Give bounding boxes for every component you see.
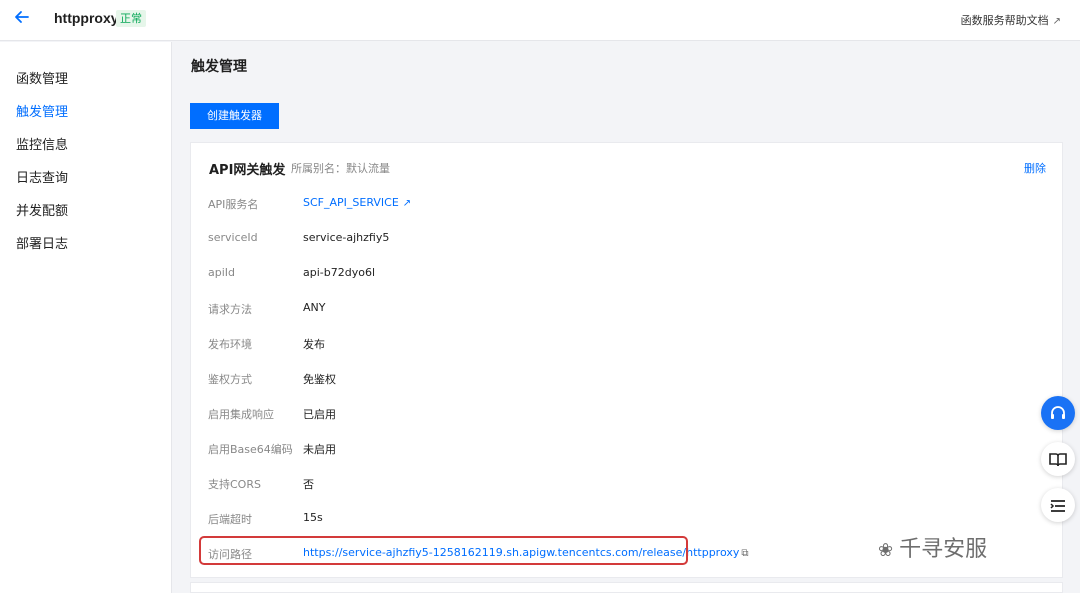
create-trigger-button[interactable]: 创建触发器: [190, 103, 279, 129]
row-label: 鉴权方式: [208, 373, 252, 386]
list-icon: [1050, 496, 1066, 514]
request-method-value: ANY: [303, 301, 326, 314]
sidebar: 函数管理 触发管理 监控信息 日志查询 并发配额 部署日志: [0, 42, 172, 593]
row-label: 发布环境: [208, 338, 252, 351]
highlight-box: [199, 536, 688, 565]
api-id-value: api-b72dyo6l: [303, 266, 376, 279]
sidebar-item-deploy-logs[interactable]: 部署日志: [16, 233, 68, 252]
sidebar-item-concurrency[interactable]: 并发配额: [16, 200, 68, 219]
row-label: 启用Base64编码: [208, 443, 293, 456]
next-card-edge: [190, 582, 1063, 593]
sidebar-item-monitoring[interactable]: 监控信息: [16, 134, 68, 153]
help-docs-label: 函数服务帮助文档: [960, 14, 1049, 27]
row-label: apiId: [208, 266, 236, 279]
back-arrow-icon[interactable]: [14, 9, 34, 29]
external-link-icon: ↗: [1052, 16, 1061, 27]
base64-value: 未启用: [303, 443, 336, 456]
row-label: serviceId: [208, 231, 258, 244]
integration-response-value: 已启用: [303, 408, 336, 421]
row-label: API服务名: [208, 198, 259, 211]
row-label: 启用集成响应: [208, 408, 274, 421]
trigger-title: API网关触发: [209, 163, 286, 178]
api-service-name: SCF_API_SERVICE: [303, 196, 399, 209]
book-icon: [1049, 450, 1067, 468]
delete-trigger-link[interactable]: 删除: [1024, 160, 1046, 176]
row-label: 支持CORS: [208, 478, 261, 491]
watermark-text: 千寻安服: [899, 537, 988, 562]
cors-value: 否: [303, 478, 314, 491]
auth-value: 免鉴权: [303, 373, 336, 386]
service-id-value: service-ajhzfiy5: [303, 231, 390, 244]
wechat-icon: ❀: [878, 540, 894, 561]
row-label: 请求方法: [208, 303, 252, 316]
docs-button[interactable]: [1041, 442, 1075, 476]
help-docs-link[interactable]: 函数服务帮助文档 ↗: [961, 12, 1061, 28]
copy-icon[interactable]: ⧉: [741, 548, 748, 559]
outline-button[interactable]: [1041, 488, 1075, 522]
watermark: ❀ 千寻安服: [878, 531, 987, 563]
top-bar: httpproxy 正常 函数服务帮助文档 ↗: [0, 0, 1080, 41]
sidebar-item-functions[interactable]: 函数管理: [16, 68, 68, 87]
sidebar-item-logs[interactable]: 日志查询: [16, 167, 68, 186]
page-title: 触发管理: [191, 59, 247, 75]
trigger-alias: 所属别名：默认流量: [291, 162, 390, 175]
api-service-link[interactable]: SCF_API_SERVICE ↗: [303, 196, 411, 209]
app-title: httpproxy: [54, 10, 119, 26]
status-badge: 正常: [116, 10, 146, 27]
row-label: 后端超时: [208, 513, 252, 526]
external-link-icon: ↗: [402, 198, 412, 209]
environment-value: 发布: [303, 338, 325, 351]
timeout-value: 15s: [303, 511, 323, 524]
sidebar-item-triggers[interactable]: 触发管理: [16, 101, 68, 120]
headset-icon: [1049, 404, 1067, 422]
trigger-card: API网关触发 所属别名：默认流量 删除 API服务名 SCF_API_SERV…: [190, 142, 1063, 578]
support-button[interactable]: [1041, 396, 1075, 430]
